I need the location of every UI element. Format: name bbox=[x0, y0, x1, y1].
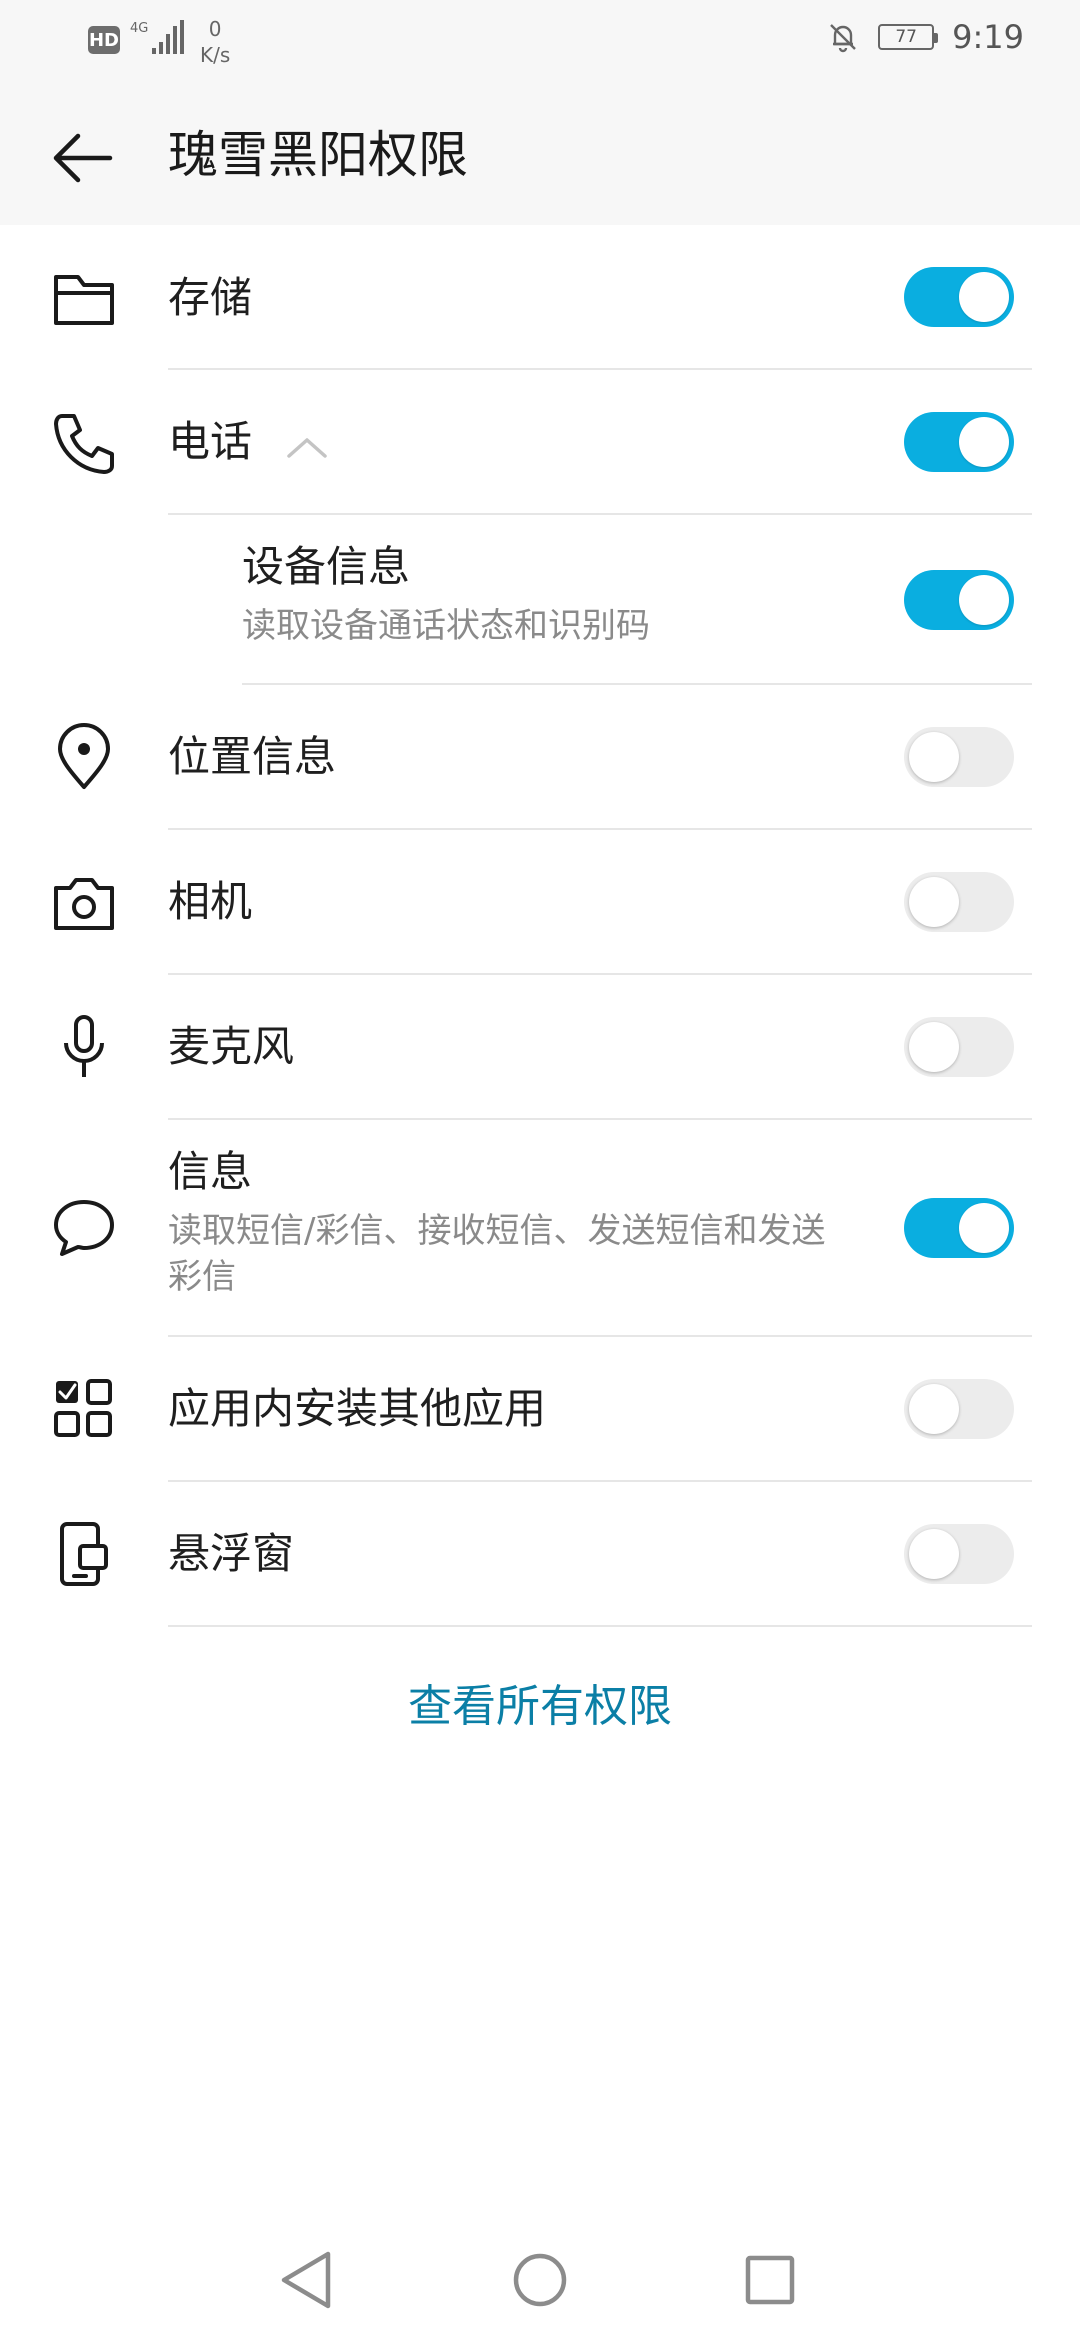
nav-back-button[interactable] bbox=[268, 2240, 348, 2320]
permission-description: 读取短信/彩信、接收短信、发送短信和发送彩信 bbox=[168, 1211, 826, 1297]
permission-label: 电话 bbox=[168, 417, 253, 466]
microphone-icon bbox=[64, 1015, 104, 1077]
permission-row-install-apps[interactable]: 应用内安装其他应用 bbox=[0, 1337, 1080, 1482]
permission-row-device-info[interactable]: 设备信息 读取设备通话状态和识别码 bbox=[0, 515, 1080, 685]
permission-row-microphone[interactable]: 麦克风 bbox=[0, 975, 1080, 1120]
storage-toggle[interactable] bbox=[904, 267, 1014, 327]
permission-label: 悬浮窗 bbox=[168, 1529, 295, 1578]
nav-recents-button[interactable] bbox=[730, 2240, 810, 2320]
permission-label: 信息 bbox=[168, 1147, 253, 1196]
permission-label: 存储 bbox=[168, 273, 253, 322]
square-recents-icon bbox=[745, 2255, 795, 2305]
circle-home-icon bbox=[513, 2253, 567, 2307]
status-left: HD 4G bbox=[88, 18, 186, 58]
device-info-toggle[interactable] bbox=[904, 570, 1014, 630]
navigation-bar bbox=[0, 2220, 1080, 2340]
permission-row-messages[interactable]: 信息 读取短信/彩信、接收短信、发送短信和发送彩信 bbox=[0, 1120, 1080, 1337]
battery-indicator: 77 bbox=[878, 24, 939, 50]
back-arrow-icon bbox=[53, 133, 113, 183]
permission-row-camera[interactable]: 相机 bbox=[0, 830, 1080, 975]
status-time: 9:19 bbox=[952, 18, 1024, 56]
network-type-label: 4G bbox=[130, 21, 148, 36]
location-toggle[interactable] bbox=[904, 727, 1014, 787]
network-speed-value: 0 bbox=[208, 17, 222, 41]
message-bubble-icon bbox=[54, 1200, 114, 1256]
notifications-muted-icon bbox=[830, 24, 856, 53]
install-apps-toggle[interactable] bbox=[904, 1379, 1014, 1439]
camera-toggle[interactable] bbox=[904, 872, 1014, 932]
permission-row-floating-window[interactable]: 悬浮窗 bbox=[0, 1482, 1080, 1627]
camera-icon bbox=[54, 878, 114, 930]
permission-row-phone[interactable]: 电话 bbox=[0, 370, 1080, 515]
page-title: 瑰雪黑阳权限 bbox=[168, 126, 468, 184]
permission-list: 存储 电话 设备信息 读取设备通话状态和识别码 位置信息 相机 麦克风 信息 读… bbox=[0, 225, 1080, 1627]
permission-description: 读取设备通话状态和识别码 bbox=[242, 606, 650, 646]
floating-window-toggle[interactable] bbox=[904, 1524, 1014, 1584]
triangle-back-icon bbox=[281, 2251, 331, 2309]
permission-label: 相机 bbox=[168, 877, 253, 926]
signal-icon: 4G bbox=[130, 20, 184, 54]
location-pin-icon bbox=[58, 723, 110, 789]
permission-label: 位置信息 bbox=[168, 732, 337, 781]
network-speed-unit: K/s bbox=[200, 43, 231, 67]
permission-row-location[interactable]: 位置信息 bbox=[0, 685, 1080, 830]
phone-toggle[interactable] bbox=[904, 412, 1014, 472]
back-button[interactable] bbox=[44, 118, 124, 198]
permission-label: 设备信息 bbox=[242, 542, 411, 591]
permission-row-storage[interactable]: 存储 bbox=[0, 225, 1080, 370]
permission-label: 麦克风 bbox=[168, 1022, 295, 1071]
floating-window-icon bbox=[60, 1522, 108, 1586]
app-grid-icon bbox=[54, 1379, 112, 1437]
divider bbox=[168, 1625, 1032, 1627]
permission-label: 应用内安装其他应用 bbox=[168, 1384, 547, 1433]
phone-icon bbox=[54, 414, 114, 474]
status-bar: HD 4G 0 K/s 77 9:19 bbox=[0, 0, 1080, 80]
messages-toggle[interactable] bbox=[904, 1198, 1014, 1258]
chevron-up-icon[interactable] bbox=[285, 432, 329, 462]
nav-home-button[interactable] bbox=[500, 2240, 580, 2320]
network-speed: 0 K/s bbox=[200, 16, 230, 68]
app-bar: 瑰雪黑阳权限 bbox=[0, 80, 1080, 225]
view-all-permissions-link[interactable]: 查看所有权限 bbox=[0, 1675, 1080, 1739]
folder-icon bbox=[54, 275, 114, 325]
hd-badge: HD bbox=[88, 26, 120, 54]
microphone-toggle[interactable] bbox=[904, 1017, 1014, 1077]
status-right: 77 9:19 bbox=[826, 18, 1024, 56]
